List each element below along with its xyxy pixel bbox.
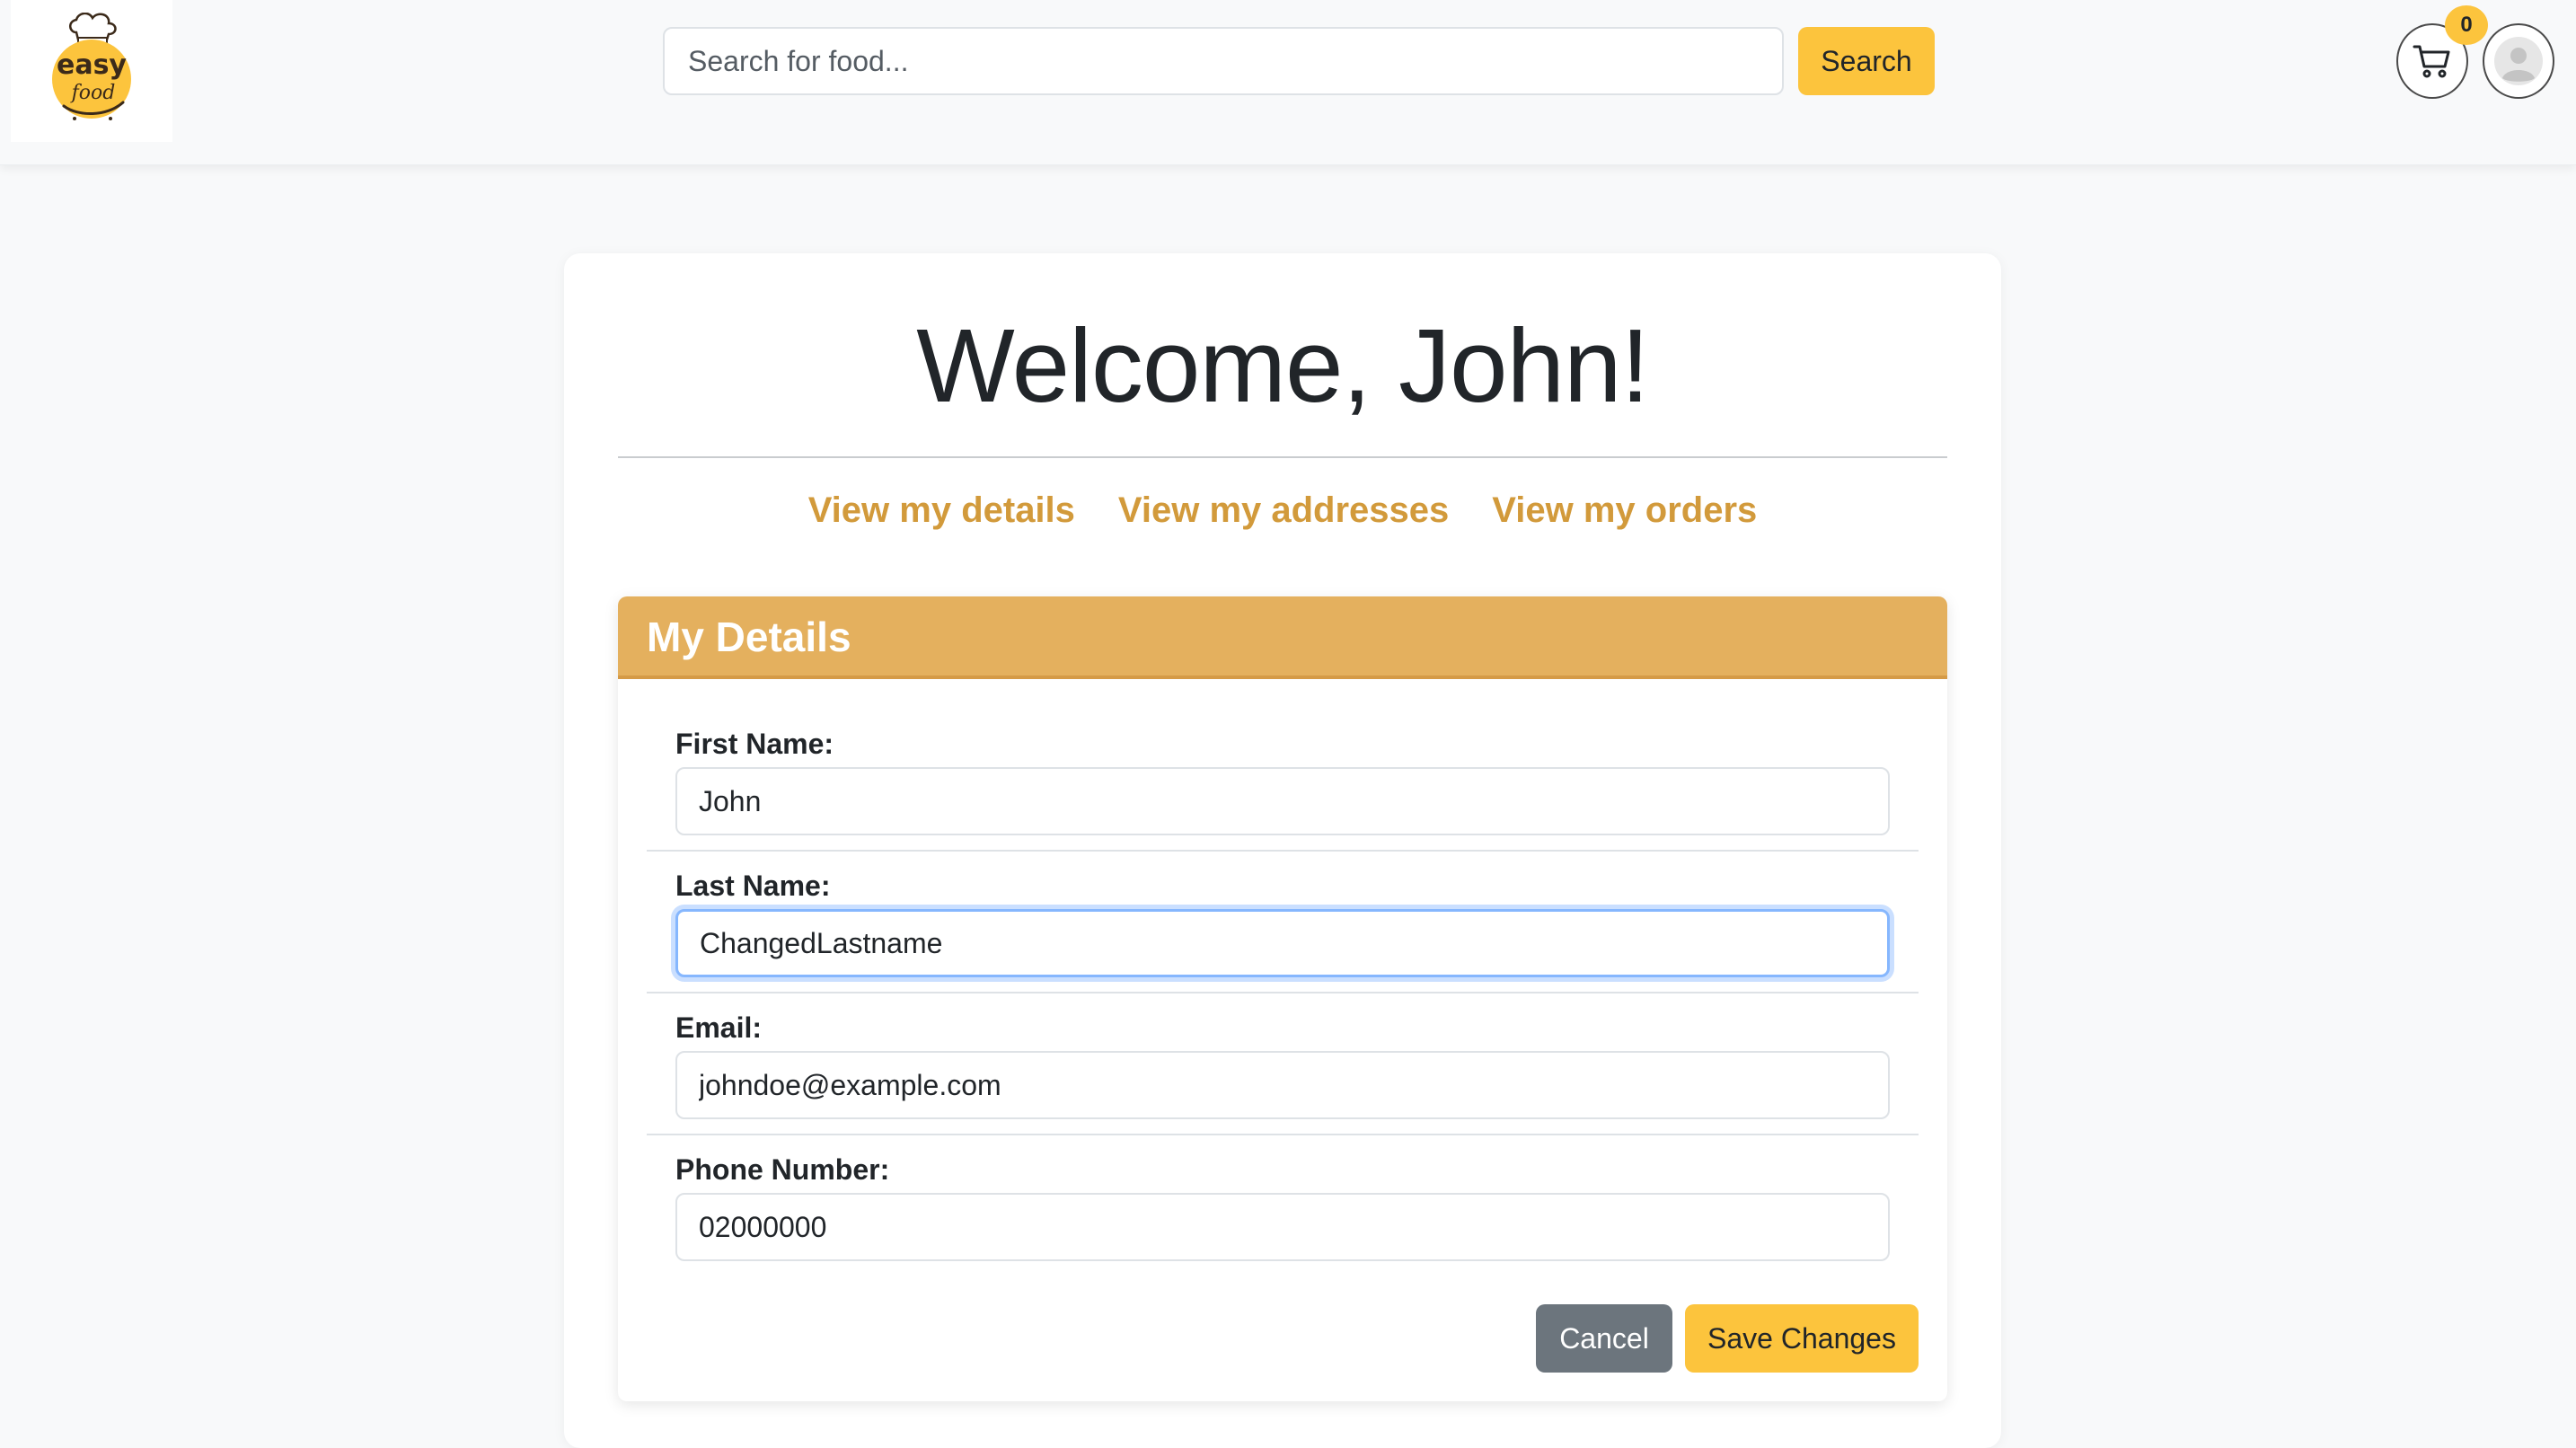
view-my-orders-link[interactable]: View my orders bbox=[1492, 490, 1757, 531]
cart-count-badge: 0 bbox=[2445, 5, 2488, 45]
search-button[interactable]: Search bbox=[1798, 27, 1935, 95]
cancel-button[interactable]: Cancel bbox=[1536, 1304, 1672, 1373]
svg-text:food: food bbox=[70, 82, 116, 104]
last-name-label: Last Name: bbox=[675, 870, 831, 902]
view-my-addresses-link[interactable]: View my addresses bbox=[1118, 490, 1449, 531]
shopping-cart-icon bbox=[2413, 45, 2450, 78]
view-my-details-link[interactable]: View my details bbox=[808, 490, 1075, 531]
title-divider bbox=[618, 456, 1947, 458]
search-input[interactable] bbox=[663, 27, 1784, 95]
svg-text:easy: easy bbox=[57, 49, 127, 81]
save-changes-button[interactable]: Save Changes bbox=[1685, 1304, 1919, 1373]
my-details-panel: My Details First Name: Last Name: Email:… bbox=[618, 596, 1947, 1401]
email-label: Email: bbox=[675, 1011, 763, 1044]
last-name-input[interactable] bbox=[675, 909, 1890, 977]
email-input[interactable] bbox=[675, 1051, 1890, 1119]
top-navbar: easy food Search 0 bbox=[0, 0, 2576, 165]
easy-food-logo[interactable]: easy food bbox=[11, 0, 172, 142]
field-divider bbox=[647, 850, 1919, 852]
account-nav-links: View my details View my addresses View m… bbox=[0, 490, 2565, 531]
user-profile-button[interactable] bbox=[2483, 23, 2554, 99]
my-details-header: My Details bbox=[618, 596, 1947, 679]
field-divider bbox=[647, 1134, 1919, 1135]
first-name-label: First Name: bbox=[675, 728, 834, 760]
phone-number-input[interactable] bbox=[675, 1193, 1890, 1261]
page-title: Welcome, John! bbox=[916, 307, 1650, 424]
my-details-title: My Details bbox=[647, 614, 851, 660]
phone-number-label: Phone Number: bbox=[675, 1153, 890, 1186]
first-name-input[interactable] bbox=[675, 767, 1890, 835]
avatar-icon bbox=[2494, 37, 2543, 85]
chef-hat-logo-icon: easy food bbox=[52, 13, 131, 120]
field-divider bbox=[647, 992, 1919, 993]
